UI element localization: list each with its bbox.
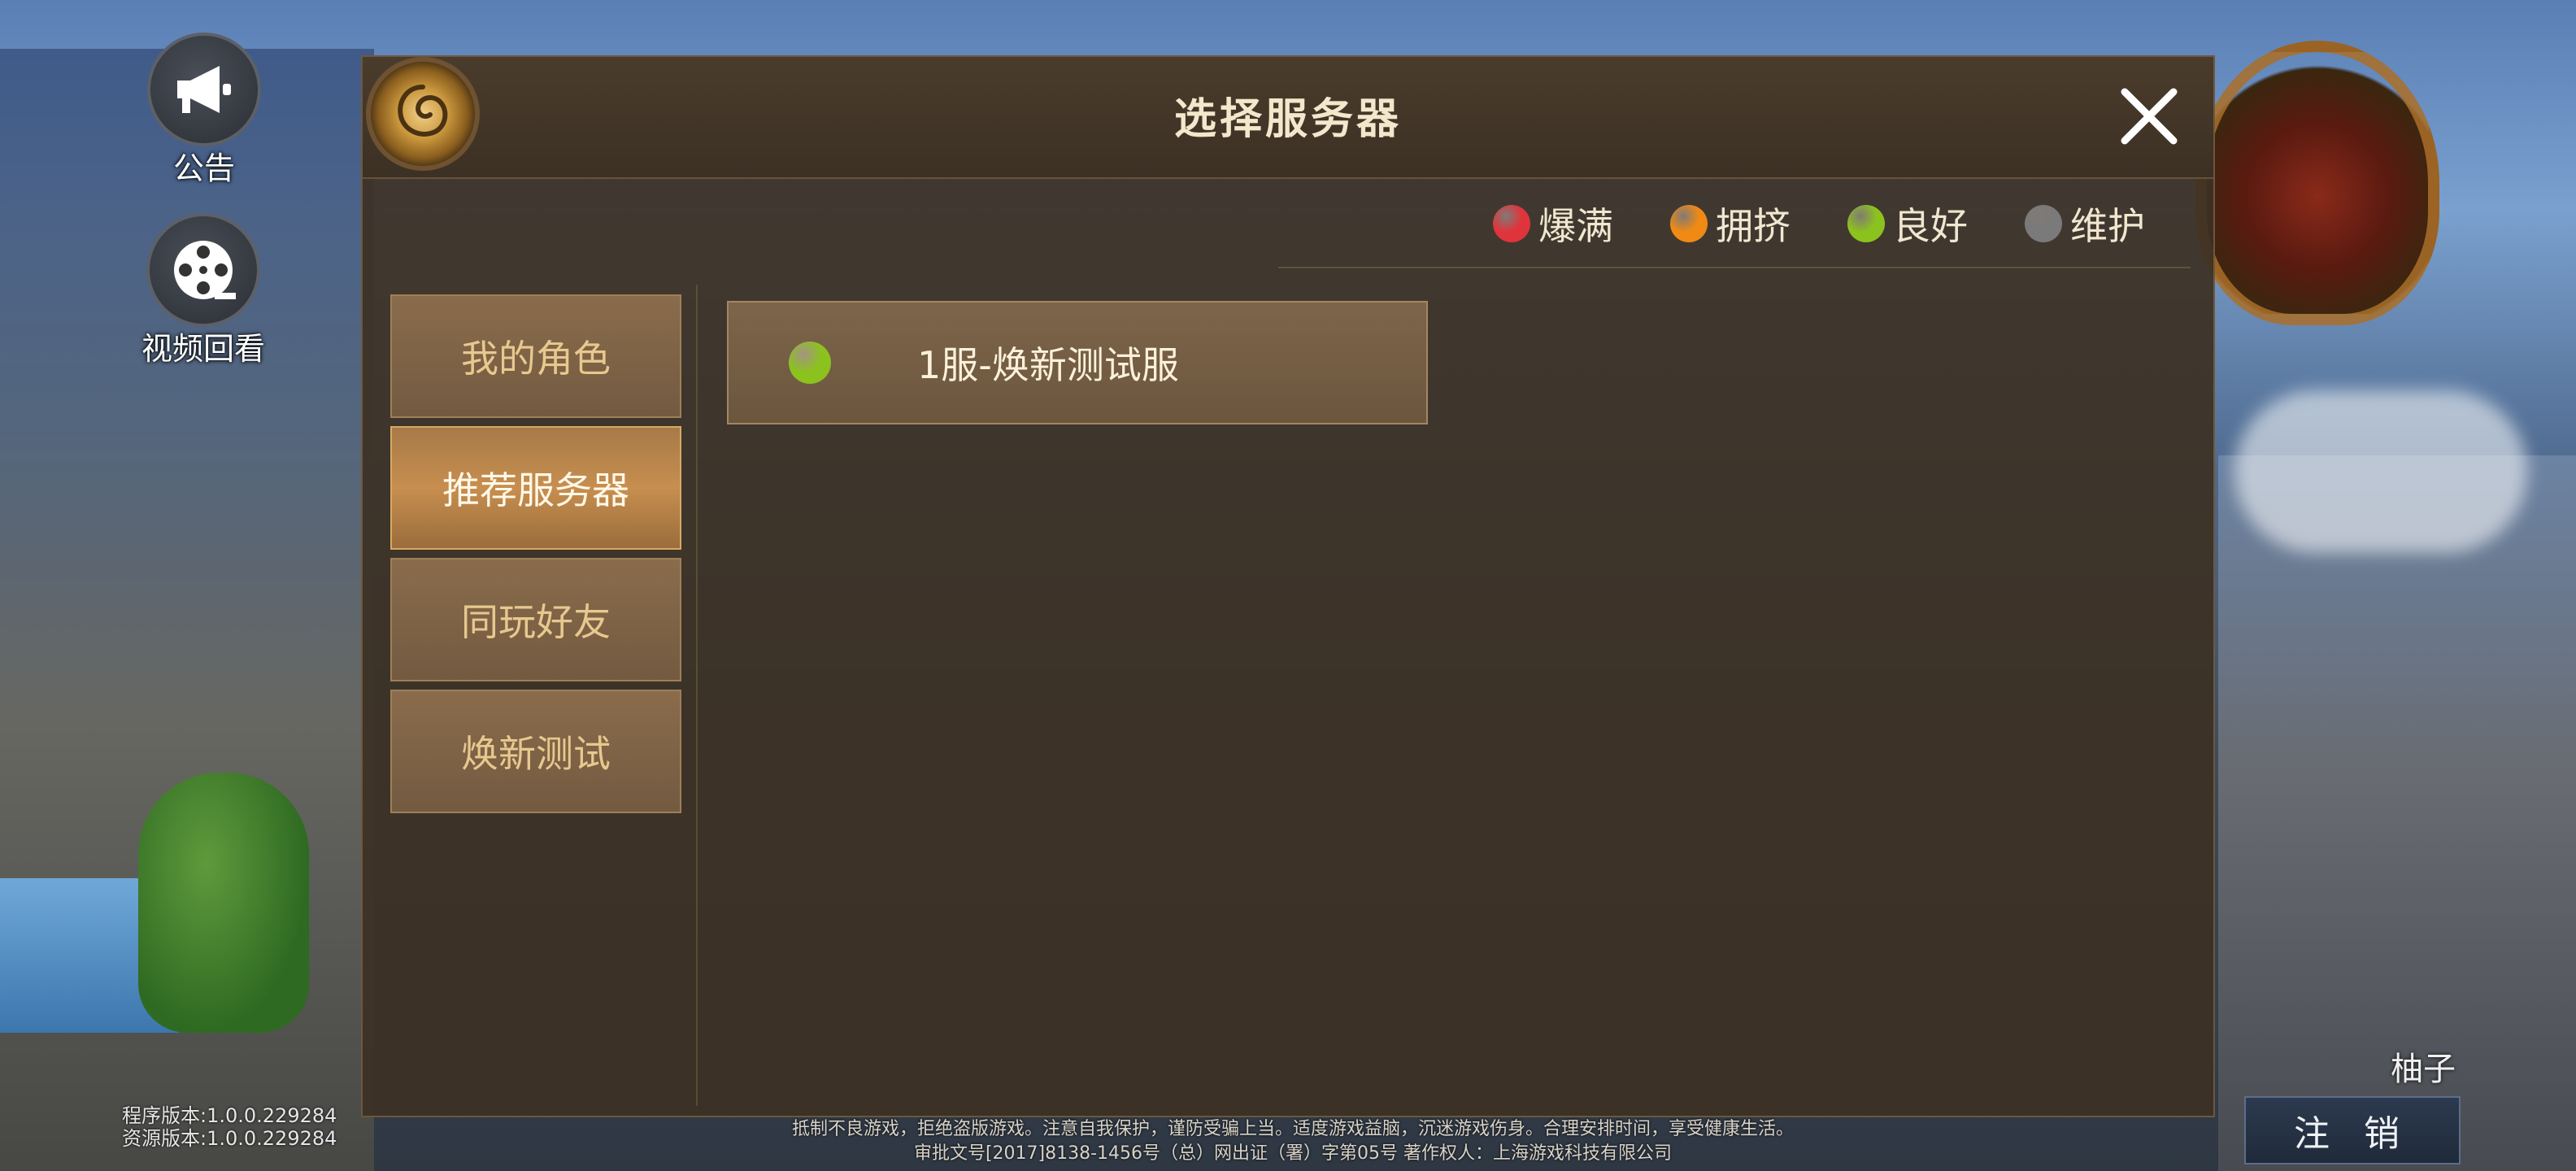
announcement-label: 公告 xyxy=(172,150,235,186)
tab-recommended-servers[interactable]: 推荐服务器 xyxy=(390,426,681,550)
dialog-header: 选择服务器 xyxy=(363,57,2213,179)
status-dot-icon xyxy=(1847,205,1885,242)
server-name: 1服-焕新测试服 xyxy=(917,343,1179,387)
health-notice: 抵制不良游戏，拒绝盗版游戏。注意自我保护，谨防受骗上当。适度游戏益脑，沉迷游戏伤… xyxy=(716,1117,1870,1166)
announcement-button[interactable]: 公告 xyxy=(143,33,265,188)
server-select-dialog: 选择服务器 爆满 拥挤 良好 维护 我的角色 推荐服务器 同玩好友 焕新测试 1… xyxy=(361,55,2215,1117)
legend-label: 爆满 xyxy=(1538,204,1613,248)
legend-label: 拥挤 xyxy=(1716,204,1791,248)
background-tree xyxy=(138,773,309,1033)
version-info: 程序版本:1.0.0.229284 资源版本:1.0.0.229284 xyxy=(122,1104,337,1150)
background-cloud xyxy=(2234,390,2527,553)
license-line: 审批文号[2017]8138-1456号（总）网出证（署）字第05号 著作权人：… xyxy=(913,1143,1673,1164)
legend-label: 良好 xyxy=(1893,204,1968,248)
logout-button[interactable]: 注 销 xyxy=(2244,1096,2461,1164)
tab-refresh-test[interactable]: 焕新测试 xyxy=(390,690,681,813)
film-reel-icon xyxy=(146,213,260,327)
username-label: 柚子 xyxy=(2391,1051,2456,1088)
legend-item-maintenance: 维护 xyxy=(2025,197,2145,250)
game-logo xyxy=(2195,41,2439,325)
dialog-title: 选择服务器 xyxy=(1173,95,1402,144)
tab-friends-playing[interactable]: 同玩好友 xyxy=(390,558,681,681)
close-button[interactable] xyxy=(2114,81,2184,151)
legend-item-full: 爆满 xyxy=(1493,197,1613,250)
server-category-tabs: 我的角色 推荐服务器 同玩好友 焕新测试 xyxy=(390,294,681,821)
status-dot-icon xyxy=(2025,205,2062,242)
status-dot-icon xyxy=(789,342,831,384)
legend-item-good: 良好 xyxy=(1847,197,1968,250)
divider xyxy=(696,285,698,1106)
program-version: 程序版本:1.0.0.229284 xyxy=(122,1104,337,1127)
server-list-item[interactable]: 1服-焕新测试服 xyxy=(727,301,1428,424)
server-status-legend: 爆满 拥挤 良好 维护 xyxy=(1493,197,2145,250)
divider xyxy=(1278,267,2191,268)
close-icon xyxy=(2121,88,2178,145)
status-dot-icon xyxy=(1670,205,1708,242)
health-notice-line: 抵制不良游戏，拒绝盗版游戏。注意自我保护，谨防受骗上当。适度游戏益脑，沉迷游戏伤… xyxy=(791,1119,1794,1139)
tab-my-characters[interactable]: 我的角色 xyxy=(390,294,681,418)
video-replay-label: 视频回看 xyxy=(141,331,265,367)
video-replay-button[interactable]: 视频回看 xyxy=(122,213,285,368)
legend-label: 维护 xyxy=(2070,204,2145,248)
resource-version: 资源版本:1.0.0.229284 xyxy=(122,1127,337,1150)
status-dot-icon xyxy=(1493,205,1530,242)
legend-item-crowded: 拥挤 xyxy=(1670,197,1791,250)
megaphone-icon xyxy=(147,33,261,146)
